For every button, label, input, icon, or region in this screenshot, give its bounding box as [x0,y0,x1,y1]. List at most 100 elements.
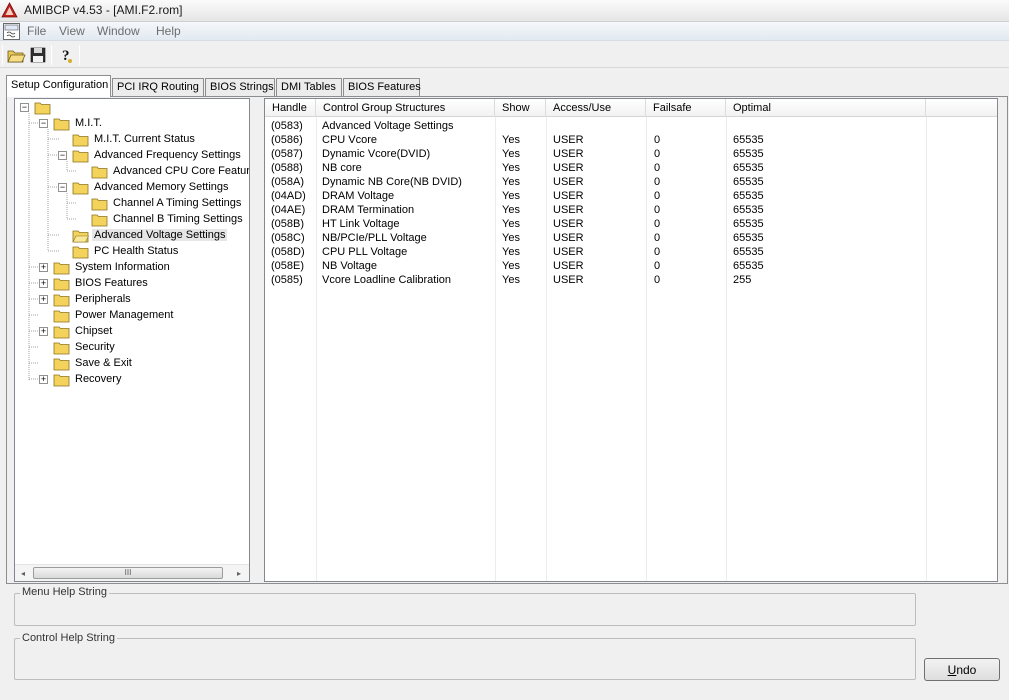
folder-icon [53,342,70,355]
cell-show: Yes [502,246,520,258]
toolbar-separator [2,45,3,65]
collapse-icon[interactable]: − [20,103,29,112]
expand-icon[interactable]: + [39,375,48,384]
collapse-icon[interactable]: − [39,119,48,128]
cell-handle: (058A) [271,176,305,188]
table-row[interactable]: (0588) NB core Yes USER 0 65535 [265,162,997,176]
collapse-icon[interactable]: − [58,183,67,192]
menu-help-box [14,593,916,626]
cell-optimal: 65535 [733,190,764,202]
scroll-left-arrow-icon[interactable]: ◂ [21,569,25,578]
setup-tree[interactable]: − − M.I.T. M.I.T. Current Status − Advan… [14,98,250,582]
folder-icon [91,198,108,211]
menu-window[interactable]: Window [97,24,140,38]
control-grid[interactable]: Handle Control Group Structures Show Acc… [264,98,998,582]
cell-access-use: USER [553,176,584,188]
undo-button[interactable]: Undo [924,658,1000,681]
column-header-show[interactable]: Show [495,99,546,117]
cell-show: Yes [502,148,520,160]
folder-icon [53,294,70,307]
tree-label: M.I.T. [75,117,102,129]
tree-label: Channel B Timing Settings [113,213,243,225]
table-row[interactable]: (0583) Advanced Voltage Settings [265,120,997,134]
expand-icon[interactable]: + [39,295,48,304]
cell-optimal: 65535 [733,148,764,160]
folder-icon [72,150,89,163]
document-window-icon[interactable] [3,23,20,40]
undo-mnemonic: U [947,663,957,677]
cell-access-use: USER [553,246,584,258]
column-header-failsafe[interactable]: Failsafe [646,99,726,117]
cell-failsafe: 0 [654,190,661,202]
cell-failsafe: 0 [654,274,661,286]
menu-view[interactable]: View [59,24,85,38]
tree-label: Save & Exit [75,357,132,369]
cell-show: Yes [502,274,520,286]
menu-file[interactable]: File [27,24,46,38]
cell-handle: (0583) [271,120,303,132]
tab-dmi-tables[interactable]: DMI Tables [276,78,342,96]
tab-pci-irq-routing[interactable]: PCI IRQ Routing [112,78,204,96]
tree-label: System Information [75,261,170,273]
table-row[interactable]: (058D) CPU PLL Voltage Yes USER 0 65535 [265,246,997,260]
table-row[interactable]: (058B) HT Link Voltage Yes USER 0 65535 [265,218,997,232]
cell-optimal: 65535 [733,162,764,174]
cell-show: Yes [502,218,520,230]
cell-handle: (058E) [271,260,305,272]
cell-optimal: 65535 [733,134,764,146]
column-header-optimal[interactable]: Optimal [726,99,926,117]
cell-control-group: HT Link Voltage [322,218,400,230]
cell-optimal: 255 [733,274,752,286]
cell-access-use: USER [553,232,584,244]
table-row[interactable]: (058C) NB/PCIe/PLL Voltage Yes USER 0 65535 [265,232,997,246]
tree-label: Advanced Voltage Settings [92,229,228,241]
tab-bios-features[interactable]: BIOS Features [343,78,421,96]
folder-icon [53,358,70,371]
help-icon[interactable]: ? [55,44,77,66]
cell-control-group: NB core [322,162,362,174]
column-header-handle[interactable]: Handle [265,99,316,117]
open-icon[interactable] [5,44,27,66]
cell-optimal: 65535 [733,232,764,244]
cell-control-group: Vcore Loadline Calibration [322,274,452,286]
table-row[interactable]: (04AE) DRAM Termination Yes USER 0 65535 [265,204,997,218]
cell-handle: (058D) [271,246,305,258]
table-row[interactable]: (058E) NB Voltage Yes USER 0 65535 [265,260,997,274]
menu-bar: File View Window Help [0,22,1009,41]
grid-header: Handle Control Group Structures Show Acc… [265,99,997,117]
menu-help[interactable]: Help [156,24,181,38]
table-row[interactable]: (0586) CPU Vcore Yes USER 0 65535 [265,134,997,148]
cell-show: Yes [502,204,520,216]
scroll-right-arrow-icon[interactable]: ▸ [237,569,241,578]
folder-icon [53,326,70,339]
tab-setup-configuration[interactable]: Setup Configuration [6,75,111,97]
tree-label: Peripherals [75,293,131,305]
scrollbar-thumb[interactable]: III [33,567,223,579]
table-row[interactable]: (0587) Dynamic Vcore(DVID) Yes USER 0 65535 [265,148,997,162]
cell-show: Yes [502,260,520,272]
cell-failsafe: 0 [654,218,661,230]
tab-bios-strings[interactable]: BIOS Strings [205,78,275,96]
cell-failsafe: 0 [654,162,661,174]
menu-help-label: Menu Help String [20,586,109,598]
collapse-icon[interactable]: − [58,151,67,160]
table-row[interactable]: (058A) Dynamic NB Core(NB DVID) Yes USER 0 65… [265,176,997,190]
table-row[interactable]: (04AD) DRAM Voltage Yes USER 0 65535 [265,190,997,204]
expand-icon[interactable]: + [39,263,48,272]
horizontal-scrollbar[interactable]: ◂ III ▸ [15,564,249,581]
cell-handle: (04AD) [271,190,306,202]
expand-icon[interactable]: + [39,327,48,336]
cell-control-group: CPU PLL Voltage [322,246,408,258]
table-row[interactable]: (0585) Vcore Loadline Calibration Yes USER 0… [265,274,997,288]
folder-icon [91,214,108,227]
cell-control-group: CPU Vcore [322,134,378,146]
column-header-control-group[interactable]: Control Group Structures [316,99,495,117]
tree-label: Power Management [75,309,174,321]
tree-label: M.I.T. Current Status [94,133,195,145]
cell-access-use: USER [553,274,584,286]
column-header-access-use[interactable]: Access/Use [546,99,646,117]
save-icon[interactable] [27,44,49,66]
cell-control-group: Dynamic Vcore(DVID) [322,148,431,160]
cell-show: Yes [502,232,520,244]
expand-icon[interactable]: + [39,279,48,288]
